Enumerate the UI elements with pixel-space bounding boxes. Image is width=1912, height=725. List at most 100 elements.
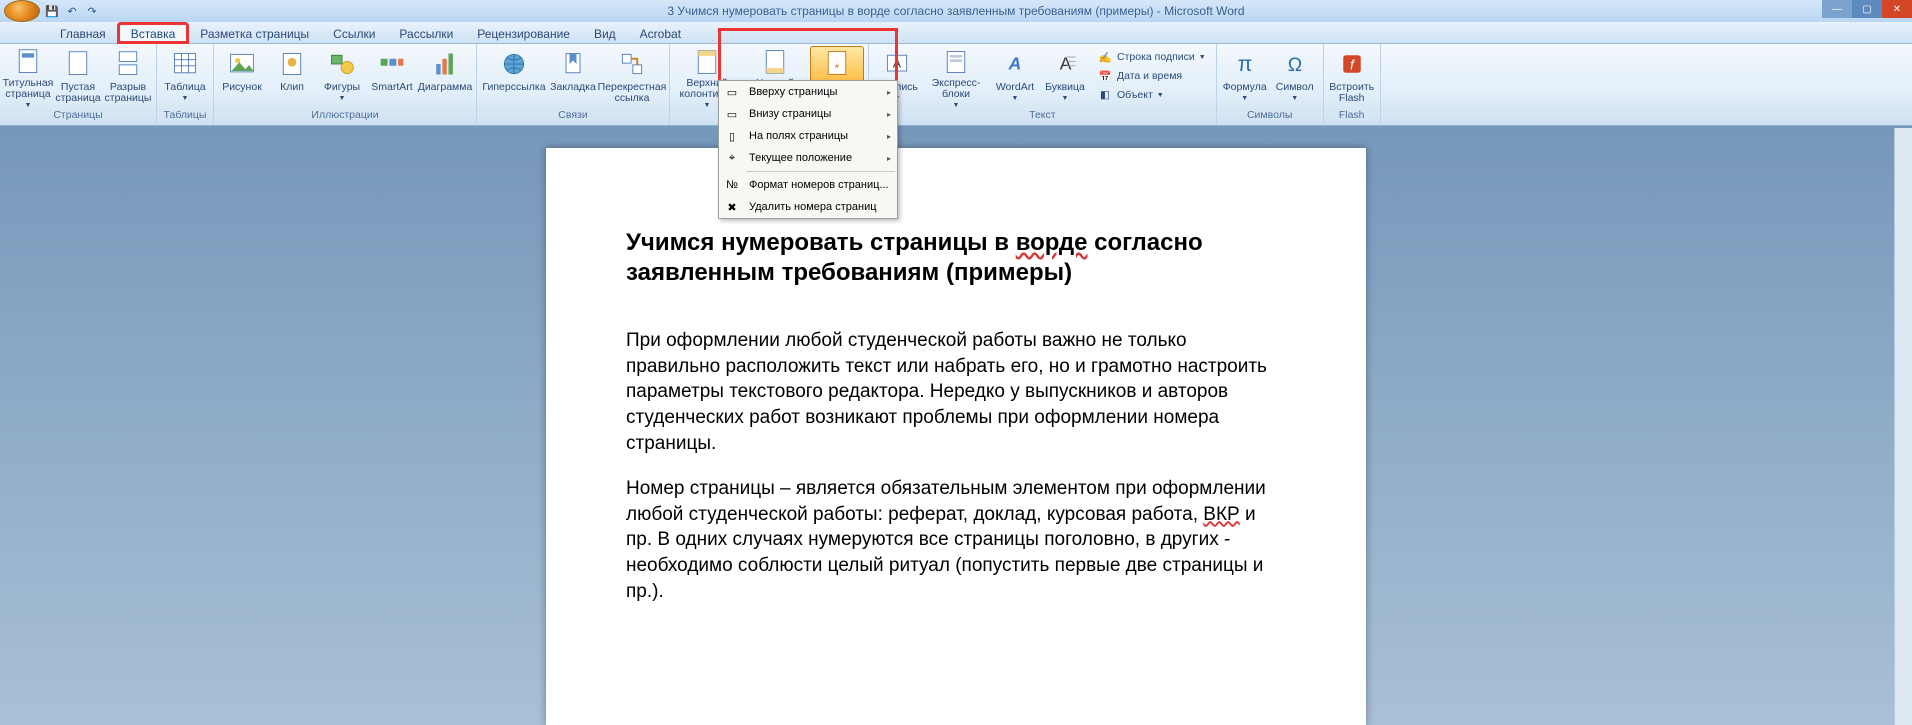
ribbon-tabs: Главная Вставка Разметка страницы Ссылки… bbox=[0, 22, 1912, 44]
document-area: Учимся нумеровать страницы в ворде согла… bbox=[0, 128, 1912, 725]
embed-flash-button[interactable]: f Встроить Flash bbox=[1328, 46, 1376, 108]
group-illustrations: Рисунок Клип Фигуры▼ SmartArt Диаграмма … bbox=[214, 44, 477, 125]
equation-label: Формула bbox=[1223, 82, 1267, 93]
menu-separator bbox=[747, 171, 895, 172]
chart-label: Диаграмма bbox=[418, 82, 473, 93]
doc-heading: Учимся нумеровать страницы в ворде согла… bbox=[626, 228, 1286, 288]
doc-paragraph-2: Номер страницы – является обязательным э… bbox=[626, 476, 1286, 604]
tab-references[interactable]: Ссылки bbox=[321, 24, 387, 43]
titlebar: 💾 ↶ ↷ 3 Учимся нумеровать страницы в вор… bbox=[0, 0, 1912, 22]
group-pages: Титульная страница▼ Пустая страница Разр… bbox=[0, 44, 157, 125]
picture-icon bbox=[226, 48, 258, 80]
close-button[interactable]: ✕ bbox=[1882, 0, 1912, 18]
blank-page-icon bbox=[62, 48, 94, 80]
table-button[interactable]: Таблица▼ bbox=[161, 46, 209, 108]
symbol-label: Символ bbox=[1276, 82, 1314, 93]
page-break-icon bbox=[112, 48, 144, 80]
top-of-page-icon: ▭ bbox=[723, 83, 741, 101]
crossref-label: Перекрестная ссылка bbox=[598, 82, 667, 104]
cover-page-icon bbox=[12, 48, 44, 76]
svg-text:A: A bbox=[1060, 53, 1072, 73]
menu-page-margins[interactable]: ▯На полях страницы▸ bbox=[719, 125, 897, 147]
dropcap-label: Буквица bbox=[1045, 82, 1085, 93]
menu-remove-numbers[interactable]: ✖Удалить номера страниц bbox=[719, 196, 897, 218]
save-icon[interactable]: 💾 bbox=[44, 3, 60, 19]
group-tables: Таблица▼ Таблицы bbox=[157, 44, 214, 125]
hyperlink-icon bbox=[498, 48, 530, 80]
group-symbols: π Формула▼ Ω Символ▼ Символы bbox=[1217, 44, 1324, 125]
redo-icon[interactable]: ↷ bbox=[84, 3, 100, 19]
tab-insert[interactable]: Вставка bbox=[118, 23, 189, 43]
group-symbols-label: Символы bbox=[1221, 108, 1319, 123]
table-icon bbox=[169, 48, 201, 80]
object-icon: ◧ bbox=[1097, 87, 1113, 103]
bookmark-button[interactable]: Закладка bbox=[549, 46, 597, 108]
equation-button[interactable]: π Формула▼ bbox=[1221, 46, 1269, 108]
group-flash-label: Flash bbox=[1328, 108, 1376, 123]
tab-layout[interactable]: Разметка страницы bbox=[188, 24, 321, 43]
group-links: Гиперссылка Закладка Перекрестная ссылка… bbox=[477, 44, 670, 125]
group-illus-label: Иллюстрации bbox=[218, 108, 472, 123]
clipart-button[interactable]: Клип bbox=[268, 46, 316, 108]
wordart-button[interactable]: A WordArt▼ bbox=[991, 46, 1039, 108]
picture-button[interactable]: Рисунок bbox=[218, 46, 266, 108]
menu-format-numbers[interactable]: №Формат номеров страниц... bbox=[719, 174, 897, 196]
menu-bottom-of-page[interactable]: ▭Внизу страницы▸ bbox=[719, 103, 897, 125]
signature-line-button[interactable]: ✍Строка подписи ▼ bbox=[1095, 48, 1208, 66]
quick-access-toolbar: 💾 ↶ ↷ bbox=[0, 0, 100, 22]
document-page[interactable]: Учимся нумеровать страницы в ворде согла… bbox=[546, 148, 1366, 725]
spellcheck-word: ВКР bbox=[1203, 504, 1239, 525]
blank-page-button[interactable]: Пустая страница bbox=[54, 46, 102, 108]
crossref-icon bbox=[616, 48, 648, 80]
maximize-button[interactable]: ▢ bbox=[1852, 0, 1882, 18]
group-pages-label: Страницы bbox=[4, 108, 152, 123]
pagenumber-icon: # bbox=[821, 49, 853, 77]
shapes-label: Фигуры bbox=[324, 82, 360, 93]
svg-text:π: π bbox=[1237, 53, 1252, 76]
minimize-button[interactable]: — bbox=[1822, 0, 1852, 18]
bookmark-icon bbox=[557, 48, 589, 80]
window-title: 3 Учимся нумеровать страницы в ворде сог… bbox=[667, 4, 1244, 18]
text-small-buttons: ✍Строка подписи ▼ 📅Дата и время ◧Объект … bbox=[1091, 46, 1212, 108]
datetime-icon: 📅 bbox=[1097, 68, 1113, 84]
menu-top-of-page[interactable]: ▭Вверху страницы▸ bbox=[719, 81, 897, 103]
crossref-button[interactable]: Перекрестная ссылка bbox=[599, 46, 665, 108]
spellcheck-word: ворде bbox=[1016, 229, 1088, 256]
tab-home[interactable]: Главная bbox=[48, 24, 118, 43]
cover-page-button[interactable]: Титульная страница▼ bbox=[4, 46, 52, 108]
page-break-label: Разрыв страницы bbox=[104, 82, 152, 104]
bottom-of-page-icon: ▭ bbox=[723, 105, 741, 123]
office-button[interactable] bbox=[4, 0, 40, 22]
tab-view[interactable]: Вид bbox=[582, 24, 628, 43]
object-button[interactable]: ◧Объект ▼ bbox=[1095, 86, 1208, 104]
svg-text:A: A bbox=[1008, 53, 1022, 73]
vertical-scrollbar[interactable] bbox=[1894, 128, 1912, 725]
hyperlink-button[interactable]: Гиперссылка bbox=[481, 46, 547, 108]
symbol-button[interactable]: Ω Символ▼ bbox=[1271, 46, 1319, 108]
smartart-button[interactable]: SmartArt bbox=[368, 46, 416, 108]
remove-numbers-icon: ✖ bbox=[723, 198, 741, 216]
page-margins-icon: ▯ bbox=[723, 127, 741, 145]
datetime-button[interactable]: 📅Дата и время bbox=[1095, 67, 1208, 85]
smartart-icon bbox=[376, 48, 408, 80]
footer-icon bbox=[759, 48, 791, 76]
current-position-icon: ⌖ bbox=[723, 149, 741, 167]
ribbon: Титульная страница▼ Пустая страница Разр… bbox=[0, 44, 1912, 126]
blank-page-label: Пустая страница bbox=[54, 82, 102, 104]
tab-acrobat[interactable]: Acrobat bbox=[628, 24, 693, 43]
window-controls: — ▢ ✕ bbox=[1822, 0, 1912, 18]
quickparts-button[interactable]: Экспресс-блоки▼ bbox=[923, 46, 989, 108]
shapes-button[interactable]: Фигуры▼ bbox=[318, 46, 366, 108]
clipart-label: Клип bbox=[280, 82, 304, 93]
tab-review[interactable]: Рецензирование bbox=[465, 24, 582, 43]
dropcap-button[interactable]: A Буквица▼ bbox=[1041, 46, 1089, 108]
chart-button[interactable]: Диаграмма bbox=[418, 46, 472, 108]
menu-current-position[interactable]: ⌖Текущее положение▸ bbox=[719, 147, 897, 169]
svg-text:Ω: Ω bbox=[1287, 55, 1301, 76]
picture-label: Рисунок bbox=[222, 82, 262, 93]
tab-mailings[interactable]: Рассылки bbox=[387, 24, 465, 43]
pagenumber-menu: ▭Вверху страницы▸ ▭Внизу страницы▸ ▯На п… bbox=[718, 80, 898, 219]
page-break-button[interactable]: Разрыв страницы bbox=[104, 46, 152, 108]
hyperlink-label: Гиперссылка bbox=[482, 82, 545, 93]
undo-icon[interactable]: ↶ bbox=[64, 3, 80, 19]
